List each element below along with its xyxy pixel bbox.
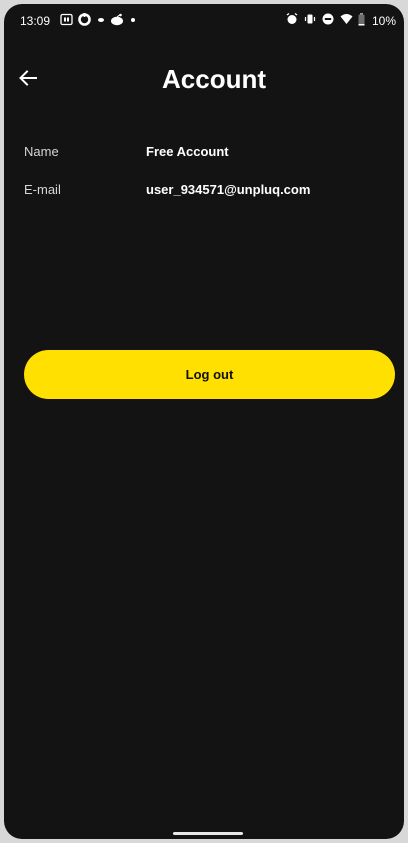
vibrate-icon (304, 14, 316, 24)
page-title: Account (162, 64, 266, 94)
name-value: Free Account (146, 144, 229, 159)
dot-icon (131, 18, 135, 22)
calendar-icon (60, 13, 73, 26)
email-value: user_934571@unpluq.com (146, 182, 311, 197)
status-time: 13:09 (20, 14, 51, 28)
email-label: E-mail (24, 182, 61, 197)
sync-icon (78, 13, 91, 26)
logout-button[interactable]: Log out (24, 350, 395, 399)
app-screen: 13:09 10% Account Name Free Account E-ma… (4, 4, 404, 839)
status-bar: 13:09 10% (4, 4, 404, 36)
name-label: Name (24, 144, 59, 159)
battery-percentage: 10% (371, 14, 396, 28)
battery-icon (358, 13, 365, 26)
cloud-icon (98, 18, 104, 22)
alarm-icon (286, 13, 298, 24)
reddit-icon (111, 13, 123, 26)
home-indicator[interactable] (173, 832, 243, 835)
name-row: Name Free Account (4, 144, 404, 166)
device-frame: 13:09 10% Account Name Free Account E-ma… (0, 0, 408, 843)
app-header: Account (4, 52, 404, 108)
dnd-icon (322, 13, 334, 25)
email-row: E-mail user_934571@unpluq.com (4, 182, 404, 204)
wifi-icon (340, 14, 353, 24)
